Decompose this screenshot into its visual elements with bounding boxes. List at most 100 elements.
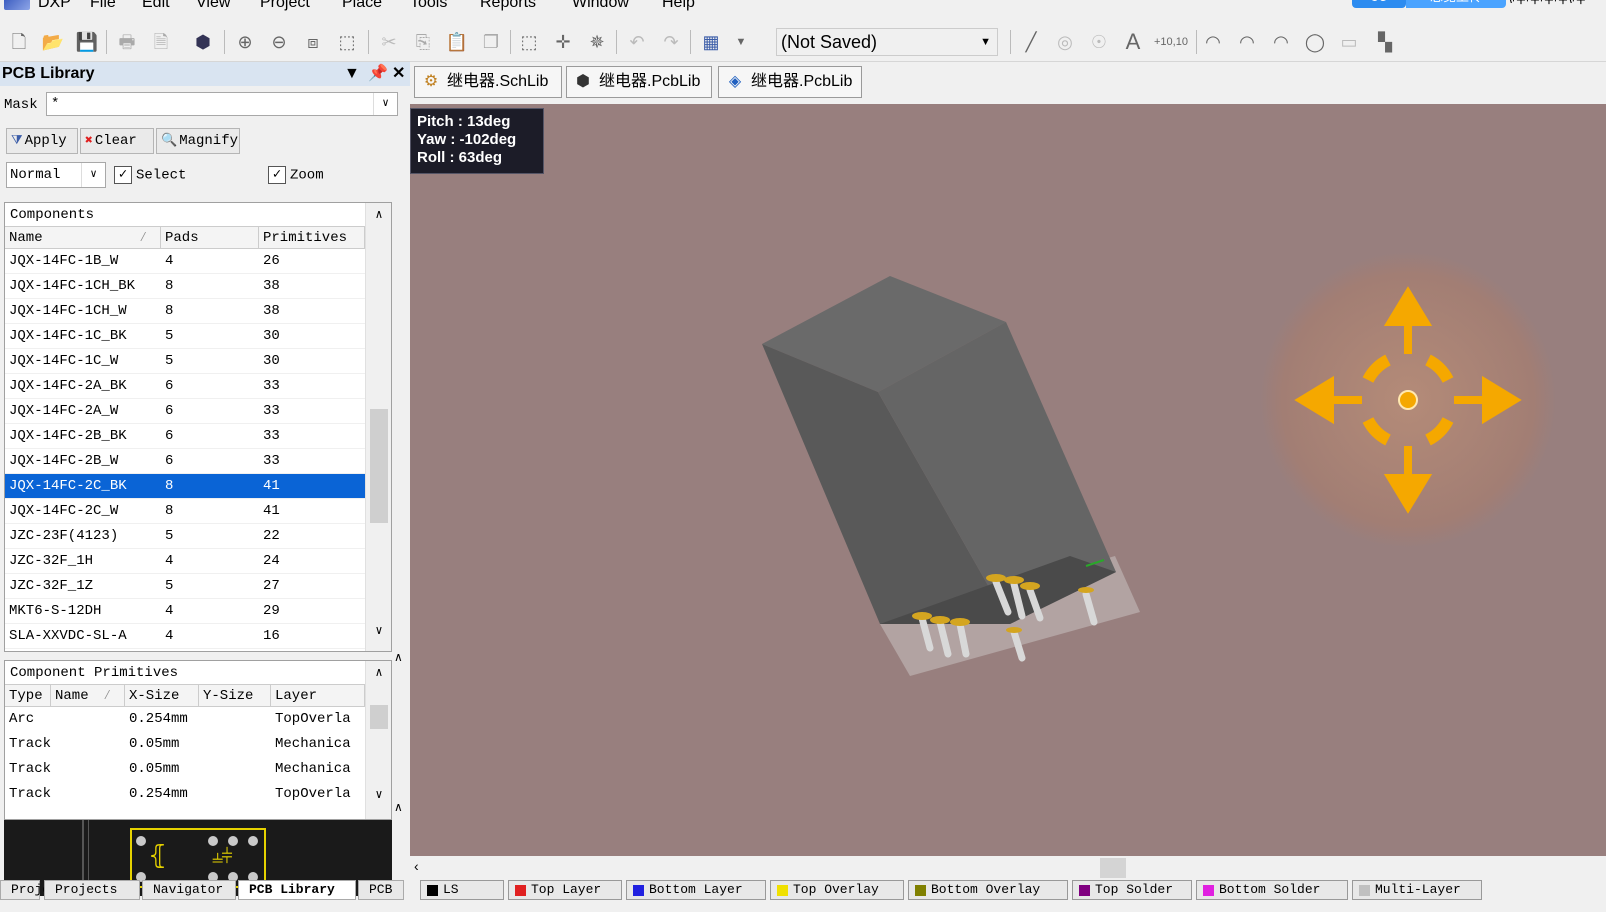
zoom-in-icon[interactable]: ⊕ bbox=[232, 29, 258, 55]
chevron-down-icon[interactable]: ∨ bbox=[81, 163, 105, 187]
zoom-checkbox[interactable]: ✓ Zoom bbox=[268, 166, 324, 184]
column-header-type[interactable]: Type bbox=[5, 685, 51, 707]
layer-tab[interactable]: Top Overlay bbox=[770, 880, 904, 900]
table-row[interactable]: SLA-XXVDC-SL-A 4 16 bbox=[5, 624, 365, 649]
column-header-pads[interactable]: Pads bbox=[161, 227, 259, 249]
table-row[interactable]: Arc 0.254mm TopOverla bbox=[5, 707, 365, 732]
table-row[interactable]: MKT6-S-12DH 4 29 bbox=[5, 599, 365, 624]
new-file-icon[interactable]: 🗋 bbox=[6, 29, 32, 55]
undo-icon[interactable]: ↶ bbox=[624, 29, 650, 55]
via-tool-icon[interactable]: ☉ bbox=[1086, 29, 1112, 55]
menu-tools[interactable]: Tools bbox=[410, 0, 447, 12]
components-scrollbar[interactable]: ∧ ∨ bbox=[365, 203, 391, 651]
close-icon[interactable]: ✕ bbox=[392, 62, 405, 86]
menu-view[interactable]: View bbox=[196, 0, 230, 12]
scroll-up-icon[interactable]: ∧ bbox=[366, 207, 392, 222]
column-header-name[interactable]: Name ⁄ bbox=[5, 227, 161, 249]
menu-project[interactable]: Project bbox=[260, 0, 310, 12]
zoom-out-icon[interactable]: ⊖ bbox=[266, 29, 292, 55]
tab-projects[interactable]: Projects bbox=[0, 880, 73, 900]
grid-icon[interactable]: ▦ bbox=[698, 29, 724, 55]
column-header-name[interactable]: Name ⁄ bbox=[51, 685, 125, 707]
menu-place[interactable]: Place bbox=[342, 0, 382, 12]
cut-icon[interactable]: ✂ bbox=[376, 29, 402, 55]
table-row[interactable]: JQX-14FC-1C_BK 5 30 bbox=[5, 324, 365, 349]
upload-button[interactable]: 总览上传 bbox=[1406, 0, 1506, 8]
table-row[interactable]: JQX-14FC-1CH_W 8 38 bbox=[5, 299, 365, 324]
open-folder-icon[interactable]: 📂 bbox=[40, 29, 66, 55]
navigation-widget[interactable] bbox=[1258, 250, 1558, 550]
table-row[interactable]: JQX-14FC-2A_BK 6 33 bbox=[5, 374, 365, 399]
circle-icon[interactable]: ◯ bbox=[1302, 29, 1328, 55]
mask-input[interactable]: * ∨ bbox=[46, 92, 398, 116]
splitter-up-icon[interactable]: ∧ bbox=[394, 650, 403, 664]
scroll-thumb[interactable] bbox=[370, 705, 388, 729]
rubber-stamp-icon[interactable]: ❐ bbox=[478, 29, 504, 55]
arc-center-icon[interactable]: ◠ bbox=[1200, 29, 1226, 55]
layer-tab[interactable]: Multi-Layer bbox=[1352, 880, 1482, 900]
scroll-left-icon[interactable]: ‹ bbox=[414, 858, 419, 874]
layer-tab[interactable]: Top Layer bbox=[508, 880, 622, 900]
table-row[interactable]: JQX-14FC-1B_W 4 26 bbox=[5, 249, 365, 274]
line-tool-icon[interactable]: ╱ bbox=[1018, 29, 1044, 55]
scroll-up-icon[interactable]: ∧ bbox=[366, 665, 392, 680]
column-header-xsize[interactable]: X-Size bbox=[125, 685, 199, 707]
coordinate-tool-icon[interactable]: +10,10 bbox=[1154, 29, 1188, 55]
tab-schlib[interactable]: ⚙ 继电器.SchLib bbox=[414, 66, 562, 98]
layer-tab[interactable]: Bottom Layer bbox=[626, 880, 766, 900]
table-row[interactable]: JQX-14FC-1C_W 5 30 bbox=[5, 349, 365, 374]
pad-tool-icon[interactable]: ◎ bbox=[1052, 29, 1078, 55]
grid-dropdown-icon[interactable]: ▼ bbox=[728, 29, 754, 55]
arc-edge-icon[interactable]: ◠ bbox=[1234, 29, 1260, 55]
tab-pcblib-2[interactable]: ◈ 继电器.PcbLib bbox=[718, 66, 862, 98]
save-state-select[interactable]: (Not Saved) ▼ bbox=[776, 28, 998, 56]
chevron-down-icon[interactable]: ∨ bbox=[373, 93, 397, 115]
scroll-down-icon[interactable]: ∨ bbox=[366, 623, 392, 638]
zoom-fit-icon[interactable]: ⧈ bbox=[300, 29, 326, 55]
panel-menu-icon[interactable]: ▼ bbox=[344, 62, 360, 86]
splitter-up-icon[interactable]: ∧ bbox=[394, 800, 403, 814]
table-row[interactable]: JQX-14FC-2C_W 8 41 bbox=[5, 499, 365, 524]
table-row[interactable]: JQX-14FC-2A_W 6 33 bbox=[5, 399, 365, 424]
column-header-layer[interactable]: Layer bbox=[271, 685, 365, 707]
menu-app[interactable]: DXP bbox=[38, 0, 71, 12]
tab-pcblib-1[interactable]: ⬢ 继电器.PcbLib bbox=[566, 66, 712, 98]
primitives-scrollbar[interactable]: ∧ ∨ bbox=[365, 661, 391, 819]
redo-icon[interactable]: ↷ bbox=[658, 29, 684, 55]
copy-icon[interactable]: ⎘ bbox=[410, 29, 436, 55]
menu-help[interactable]: Help bbox=[662, 0, 695, 12]
3d-viewport[interactable]: Pitch : 13deg Yaw : -102deg Roll : 63deg bbox=[410, 104, 1606, 856]
move-icon[interactable]: ✛ bbox=[550, 29, 576, 55]
deselect-icon[interactable]: ✵ bbox=[584, 29, 610, 55]
table-row[interactable]: JZC-32F_1Z 5 27 bbox=[5, 574, 365, 599]
print-preview-icon[interactable]: 🗎 bbox=[148, 29, 174, 55]
select-checkbox[interactable]: ✓ Select bbox=[114, 166, 186, 184]
tab-pcb-library[interactable]: PCB Library bbox=[238, 880, 356, 900]
tab-navigator[interactable]: Navigator bbox=[142, 880, 236, 900]
layer-tab[interactable]: Bottom Overlay bbox=[908, 880, 1068, 900]
save-icon[interactable]: 💾 bbox=[74, 29, 100, 55]
column-header-ysize[interactable]: Y-Size bbox=[199, 685, 271, 707]
table-row[interactable]: JQX-14FC-2B_W 6 33 bbox=[5, 449, 365, 474]
layer-tab[interactable]: Bottom Solder bbox=[1196, 880, 1348, 900]
menu-reports[interactable]: Reports bbox=[480, 0, 536, 12]
mode-select[interactable]: Normal ∨ bbox=[6, 162, 106, 188]
top-badge[interactable]: 09 bbox=[1352, 0, 1406, 8]
pin-icon[interactable]: 📌 bbox=[368, 62, 388, 86]
menu-window[interactable]: Window bbox=[572, 0, 629, 12]
menu-edit[interactable]: Edit bbox=[142, 0, 170, 12]
array-paste-icon[interactable]: ▚ bbox=[1372, 29, 1398, 55]
table-row[interactable]: Track 0.05mm Mechanica bbox=[5, 757, 365, 782]
scroll-thumb[interactable] bbox=[370, 409, 388, 523]
text-tool-icon[interactable]: A bbox=[1120, 29, 1146, 55]
table-row[interactable]: JZC-23F(4123) 5 22 bbox=[5, 524, 365, 549]
select-area-icon[interactable]: ⬚ bbox=[516, 29, 542, 55]
tab-pcb[interactable]: PCB bbox=[358, 880, 404, 900]
table-row[interactable]: JQX-14FC-2C_BK 8 41 bbox=[5, 474, 365, 499]
clear-button[interactable]: ✖ Clear bbox=[80, 128, 154, 154]
print-icon[interactable]: 🖶 bbox=[114, 29, 140, 55]
scroll-thumb[interactable] bbox=[1100, 858, 1126, 878]
tab-projects-2[interactable]: Projects bbox=[44, 880, 140, 900]
viewport-hscrollbar[interactable]: ‹ bbox=[410, 856, 1606, 880]
table-row[interactable]: Track 0.05mm Mechanica bbox=[5, 732, 365, 757]
